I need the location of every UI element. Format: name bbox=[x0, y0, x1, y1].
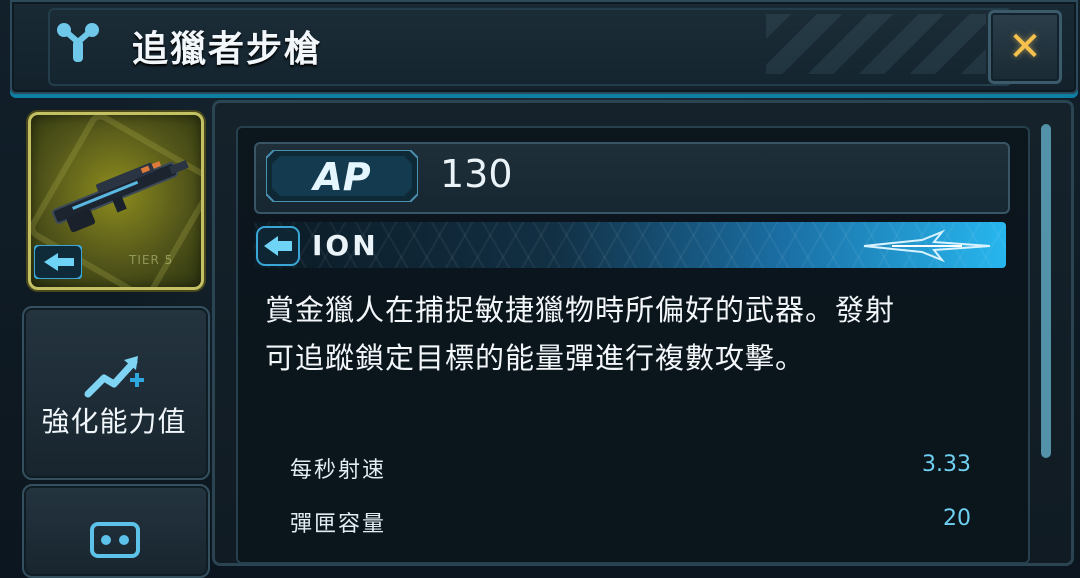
ion-bolt-decoration bbox=[863, 229, 991, 263]
close-button[interactable]: ✕ bbox=[988, 10, 1062, 84]
stat-value: 20 bbox=[943, 506, 971, 531]
page-title: 追獵者步槍 bbox=[132, 29, 323, 70]
upgrade-stats-label: 強化能力值 bbox=[41, 405, 187, 438]
close-icon: ✕ bbox=[1008, 24, 1042, 70]
weapon-category-icon bbox=[57, 23, 99, 62]
scrollbar-thumb[interactable] bbox=[1041, 124, 1051, 458]
stat-label: 每秒射速 bbox=[290, 458, 387, 483]
header-decoration bbox=[766, 14, 986, 74]
stat-label: 彈匣容量 bbox=[290, 512, 387, 537]
tier-label: TIER 5 bbox=[129, 253, 174, 267]
mod-chip-icon bbox=[90, 522, 140, 558]
rifle-icon bbox=[51, 160, 189, 233]
damage-type-label: ION bbox=[312, 229, 379, 262]
weapon-thumbnail[interactable]: TIER 5 bbox=[28, 112, 204, 290]
weapon-description: 賞金獵人在捕捉敏捷獵物時所偏好的武器。發射可追蹤鎖定目標的能量彈進行複數攻擊。 bbox=[265, 293, 896, 375]
ion-element-icon bbox=[34, 245, 82, 279]
ap-badge: AP bbox=[266, 150, 418, 202]
upgrade-stats-button[interactable] bbox=[22, 306, 210, 480]
stat-value: 3.33 bbox=[922, 452, 971, 477]
stat-row-fire-rate: 每秒射速 3.33 bbox=[290, 452, 975, 492]
ap-badge-text: AP bbox=[310, 155, 370, 199]
left-sidebar: TIER 5 bbox=[0, 100, 215, 578]
ion-type-icon bbox=[256, 226, 300, 266]
upgrade-arrow-plus-icon bbox=[84, 356, 144, 398]
mod-button[interactable] bbox=[22, 484, 210, 578]
stat-row-magazine: 彈匣容量 20 bbox=[290, 506, 975, 546]
ap-value: 130 bbox=[440, 152, 513, 196]
